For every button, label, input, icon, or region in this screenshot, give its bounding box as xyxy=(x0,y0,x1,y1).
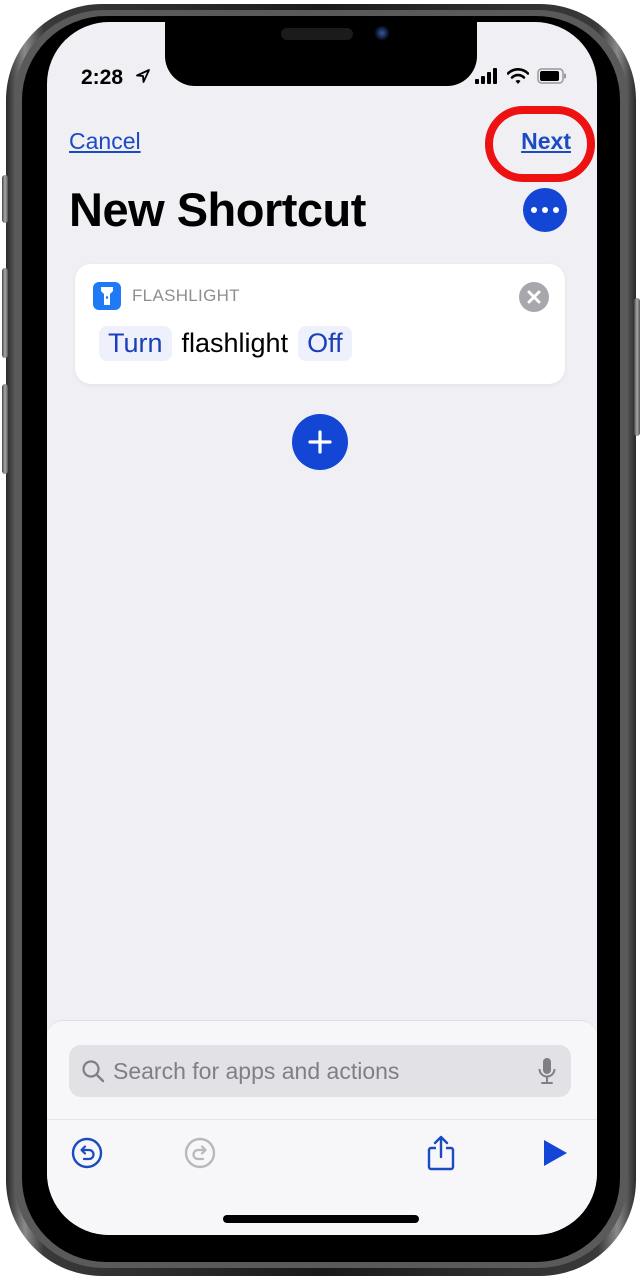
add-action-button[interactable] xyxy=(292,414,348,470)
status-icons xyxy=(475,68,567,84)
next-button[interactable]: Next xyxy=(521,128,571,155)
action-verb-token[interactable]: Turn xyxy=(99,326,172,361)
play-icon xyxy=(544,1140,567,1166)
close-icon xyxy=(527,290,541,304)
screen: 2:28 Cancel Next New Shortcut FLASHLIGHT… xyxy=(47,22,597,1235)
action-card-flashlight[interactable]: FLASHLIGHT Turn flashlight Off xyxy=(75,264,565,384)
flashlight-icon xyxy=(93,282,121,310)
mute-switch xyxy=(2,175,8,223)
action-sentence: Turn flashlight Off xyxy=(99,326,352,361)
share-button[interactable] xyxy=(423,1135,459,1171)
run-button[interactable] xyxy=(537,1135,573,1171)
microphone-icon[interactable] xyxy=(537,1057,557,1085)
status-time: 2:28 xyxy=(81,66,124,89)
action-search-panel xyxy=(47,1020,597,1235)
notch xyxy=(165,22,477,86)
ellipsis-icon-dot xyxy=(542,207,548,213)
cancel-button[interactable]: Cancel xyxy=(69,128,141,155)
action-state-token[interactable]: Off xyxy=(298,326,352,361)
search-bar[interactable] xyxy=(69,1045,571,1097)
action-app-name: FLASHLIGHT xyxy=(132,286,240,305)
undo-icon xyxy=(71,1137,103,1169)
cellular-signal-icon xyxy=(475,68,497,84)
share-icon xyxy=(427,1135,455,1171)
search-input[interactable] xyxy=(113,1057,537,1085)
undo-button[interactable] xyxy=(69,1135,105,1171)
location-arrow-icon xyxy=(136,69,150,83)
volume-down-button xyxy=(2,384,8,474)
ellipsis-icon-dot xyxy=(531,207,537,213)
home-indicator[interactable] xyxy=(223,1215,419,1223)
earpiece-speaker xyxy=(281,28,353,40)
plus-icon xyxy=(308,430,332,454)
side-power-button xyxy=(634,298,640,436)
wifi-icon xyxy=(507,68,529,84)
action-object-text: flashlight xyxy=(181,328,289,358)
redo-icon xyxy=(184,1137,216,1169)
remove-action-button[interactable] xyxy=(519,282,549,312)
battery-icon xyxy=(537,68,566,84)
more-options-button[interactable] xyxy=(523,188,567,232)
ellipsis-icon-dot xyxy=(553,207,559,213)
search-icon xyxy=(82,1060,105,1083)
panel-divider xyxy=(47,1119,597,1120)
page-title: New Shortcut xyxy=(69,183,366,236)
front-camera xyxy=(375,26,389,40)
redo-button[interactable] xyxy=(182,1135,218,1171)
volume-up-button xyxy=(2,268,8,358)
